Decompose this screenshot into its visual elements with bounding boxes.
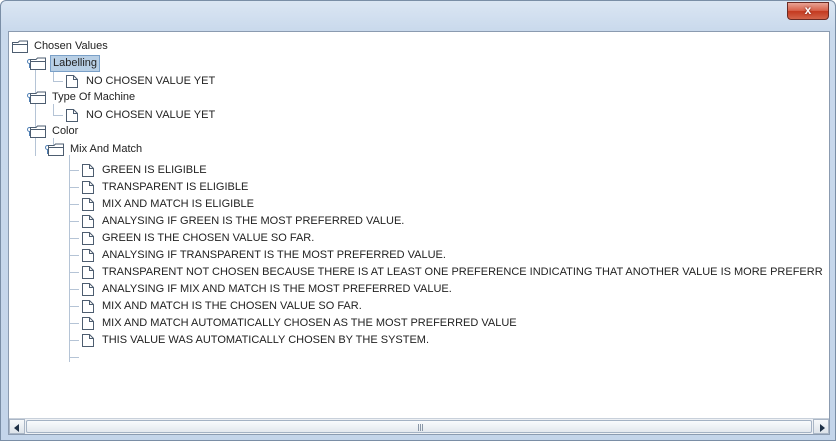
- tree-node-label: TRANSPARENT IS ELIGIBLE: [102, 181, 249, 193]
- file-icon: [82, 249, 94, 262]
- arrow-left-icon: [14, 424, 19, 432]
- folder-icon: [12, 40, 28, 53]
- tree-line: [69, 357, 79, 358]
- file-icon: [82, 283, 94, 296]
- arrow-right-icon: [820, 424, 825, 432]
- tree-node-label: ANALYSING IF TRANSPARENT IS THE MOST PRE…: [102, 249, 446, 261]
- tree-node-label: GREEN IS THE CHOSEN VALUE SO FAR.: [102, 232, 315, 244]
- tree-line: [69, 221, 79, 222]
- tree-line: [69, 272, 79, 273]
- tree-line: [69, 255, 79, 256]
- tree-node-label: NO CHOSEN VALUE YET: [86, 109, 216, 121]
- folder-icon: [48, 143, 64, 156]
- tree-node-label: MIX AND MATCH IS THE CHOSEN VALUE SO FAR…: [102, 300, 362, 312]
- tree-node-label: GREEN IS ELIGIBLE: [102, 164, 207, 176]
- tree-line: [69, 204, 79, 205]
- tree-line: [69, 306, 79, 307]
- file-icon: [82, 266, 94, 279]
- grip-icon: [418, 424, 424, 431]
- tree-node-label: ANALYSING IF GREEN IS THE MOST PREFERRED…: [102, 215, 405, 227]
- app-window: x Chosen Values Labelling NO CHOSEN VALU…: [0, 0, 836, 441]
- tree-node-label: MIX AND MATCH IS ELIGIBLE: [102, 198, 254, 210]
- tree-line: [53, 81, 63, 82]
- close-button[interactable]: x: [787, 2, 829, 20]
- tree-node-label: ANALYSING IF MIX AND MATCH IS THE MOST P…: [102, 283, 452, 295]
- tree-node-label: Color: [52, 125, 79, 137]
- tree-line: [35, 70, 36, 156]
- file-icon: [82, 181, 94, 194]
- file-icon: [82, 164, 94, 177]
- tree-line: [69, 187, 79, 188]
- tree-line: [69, 340, 79, 341]
- title-bar[interactable]: x: [1, 1, 835, 31]
- tree-node-label: Chosen Values: [34, 40, 108, 52]
- file-icon: [82, 317, 94, 330]
- file-icon: [82, 334, 94, 347]
- folder-icon: [30, 91, 46, 104]
- tree-line: [69, 238, 79, 239]
- file-icon: [82, 300, 94, 313]
- file-icon: [66, 75, 78, 88]
- horizontal-scrollbar[interactable]: [9, 418, 829, 434]
- chosen-values-tree[interactable]: Chosen Values Labelling NO CHOSEN VALUE …: [9, 32, 829, 418]
- file-icon: [82, 232, 94, 245]
- folder-icon: [30, 57, 46, 70]
- tree-line: [53, 115, 63, 116]
- scroll-left-button[interactable]: [9, 419, 25, 434]
- tree-node-label: THIS VALUE WAS AUTOMATICALLY CHOSEN BY T…: [102, 334, 430, 346]
- tree-node-label: Type Of Machine: [52, 91, 136, 103]
- tree-line: [69, 323, 79, 324]
- tree-node-label: NO CHOSEN VALUE YET: [86, 75, 216, 87]
- tree-node-label: Labelling: [50, 55, 101, 72]
- scrollbar-thumb[interactable]: [26, 420, 812, 433]
- tree-node-label: TRANSPARENT NOT CHOSEN BECAUSE THERE IS …: [102, 266, 823, 278]
- tree-line: [69, 289, 79, 290]
- tree-node-label: Mix And Match: [70, 143, 143, 155]
- file-icon: [82, 198, 94, 211]
- file-icon: [66, 109, 78, 122]
- folder-icon: [30, 125, 46, 138]
- tree-node-label: MIX AND MATCH AUTOMATICALLY CHOSEN AS TH…: [102, 317, 517, 329]
- scroll-right-button[interactable]: [813, 419, 829, 434]
- file-icon: [82, 215, 94, 228]
- tree-panel: Chosen Values Labelling NO CHOSEN VALUE …: [8, 31, 830, 435]
- tree-line: [69, 170, 79, 171]
